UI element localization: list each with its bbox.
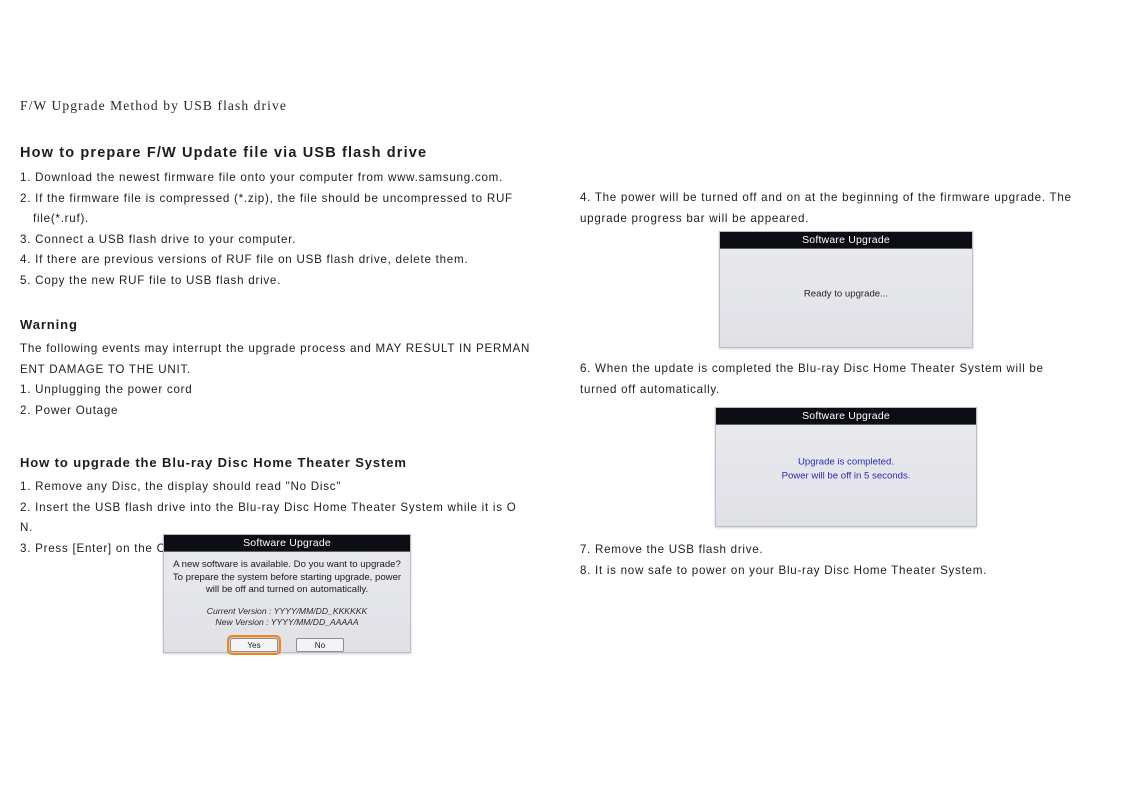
software-upgrade-complete-dialog: Software Upgrade Upgrade is completed. P… — [715, 407, 977, 527]
right-column-second: 6. When the update is completed the Blu-… — [580, 359, 1115, 400]
upgrade-step-4-line-1: 4. The power will be turned off and on a… — [580, 191, 1072, 204]
warning-paragraph-line-1: The following events may interrupt the u… — [20, 342, 531, 355]
new-version-text: New Version : YYYY/MM/DD_AAAAA — [215, 617, 359, 628]
upgrade-step-2: 2. Insert the USB flash drive into the B… — [20, 500, 517, 514]
yes-button[interactable]: Yes — [227, 634, 281, 655]
upgrade-step-4-line-2: upgrade progress bar will be appeared. — [580, 211, 810, 225]
no-button[interactable]: No — [296, 637, 344, 652]
spacer-after-prepare — [20, 291, 560, 317]
warning-paragraph-line-2: ENT DAMAGE TO THE UNIT. — [20, 362, 192, 376]
warning-section-heading: Warning — [20, 317, 78, 332]
prepare-step-2: 2. If the firmware file is compressed (*… — [20, 191, 513, 205]
page-title: F/W Upgrade Method by USB flash drive — [20, 98, 287, 113]
right-column-third: 7. Remove the USB flash drive. 8. It is … — [580, 540, 1115, 581]
dialog-body-ready: Ready to upgrade... — [720, 249, 972, 347]
warning-item-2: 2. Power Outage — [20, 403, 119, 417]
version-info: Current Version : YYYY/MM/DD_KKKKKK New … — [164, 597, 410, 629]
dialog-title-bar-confirm: Software Upgrade — [164, 535, 410, 552]
upgrade-step-1: 1. Remove any Disc, the display should r… — [20, 480, 342, 493]
confirm-message: A new software is available. Do you want… — [164, 552, 410, 597]
prepare-step-2-continued-text: file(*.ruf). — [33, 212, 90, 225]
software-upgrade-ready-dialog: Software Upgrade Ready to upgrade... — [719, 231, 973, 348]
upgrade-step-7: 7. Remove the USB flash drive. — [580, 543, 764, 556]
prepare-step-3: 3. Connect a USB flash drive to your com… — [20, 232, 297, 246]
left-column: How to prepare F/W Update file via USB f… — [20, 145, 560, 559]
complete-message-line-1: Upgrade is completed. — [798, 456, 894, 468]
upgrade-step-6-line-1: 6. When the update is completed the Blu-… — [580, 362, 1044, 375]
prepare-step-2-continued: file(*.ruf). — [20, 209, 560, 229]
dialog-title-bar-ready: Software Upgrade — [720, 232, 972, 249]
dialog-body-complete: Upgrade is completed. Power will be off … — [716, 425, 976, 526]
upgrade-section-heading: How to upgrade the Blu-ray Disc Home The… — [20, 455, 407, 470]
ready-message: Ready to upgrade... — [803, 288, 889, 300]
software-upgrade-confirm-dialog: Software Upgrade A new software is avail… — [163, 534, 411, 655]
confirm-message-line-3: will be off and turned on automatically. — [205, 584, 369, 596]
confirm-message-line-1: A new software is available. Do you want… — [173, 559, 401, 570]
dialog-title-bar-complete: Software Upgrade — [716, 408, 976, 425]
warning-item-1: 1. Unplugging the power cord — [20, 383, 193, 396]
current-version-text: Current Version : YYYY/MM/DD_KKKKKK — [206, 605, 368, 616]
dialog-body-confirm: A new software is available. Do you want… — [164, 552, 410, 655]
prepare-step-5: 5. Copy the new RUF file to USB flash dr… — [20, 273, 282, 287]
prepare-section-heading: How to prepare F/W Update file via USB f… — [20, 145, 428, 161]
confirm-button-row: Yes No — [164, 629, 410, 655]
right-column: 4. The power will be turned off and on a… — [580, 188, 1115, 229]
complete-message-line-2: Power will be off in 5 seconds. — [781, 470, 911, 482]
prepare-step-1: 1. Download the newest firmware file ont… — [20, 171, 504, 184]
upgrade-step-8: 8. It is now safe to power on your Blu-r… — [580, 563, 988, 577]
complete-message: Upgrade is completed. Power will be off … — [716, 456, 976, 483]
upgrade-step-6-line-2: turned off automatically. — [580, 382, 721, 396]
spacer-after-warning — [20, 421, 560, 455]
prepare-step-4: 4. If there are previous versions of RUF… — [20, 253, 469, 266]
confirm-message-line-2: To prepare the system before starting up… — [172, 571, 402, 583]
